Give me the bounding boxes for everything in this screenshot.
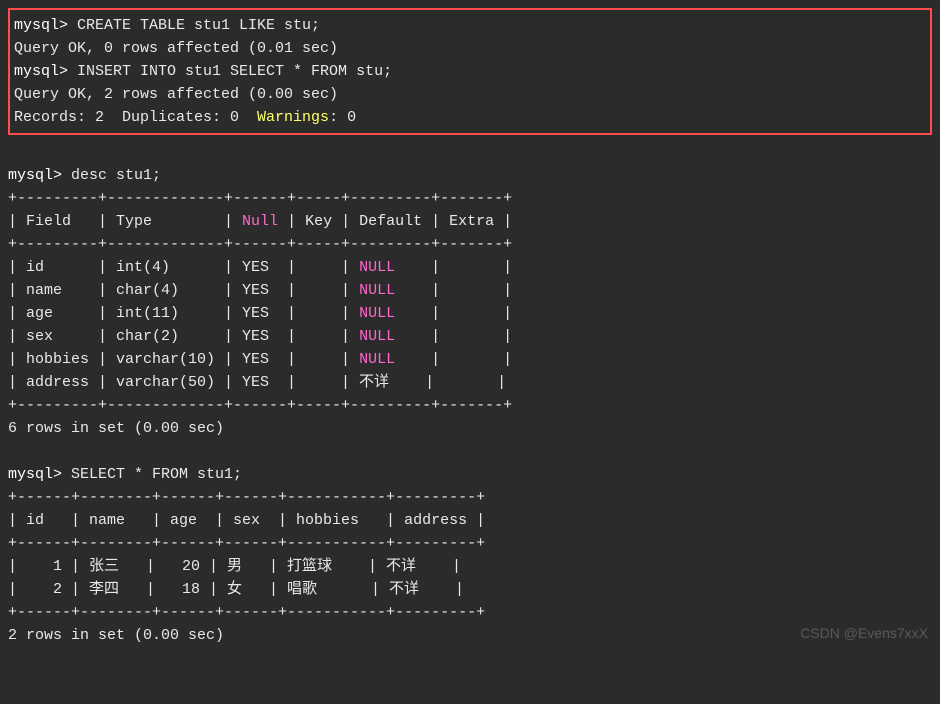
- terminal-line: Query OK, 2 rows affected (0.00 sec): [14, 83, 926, 106]
- null-keyword: NULL: [359, 282, 395, 299]
- table-row: | name | char(4) | YES | | NULL | |: [8, 279, 932, 302]
- cmd: desc stu1;: [62, 167, 161, 184]
- terminal-blank: [8, 440, 932, 463]
- prompt: mysql>: [8, 167, 62, 184]
- warnings-keyword: Warnings: [257, 109, 329, 126]
- table-row: | address | varchar(50) | YES | | 不详 | |: [8, 371, 932, 394]
- terminal-line: Records: 2 Duplicates: 0 Warnings: 0: [14, 106, 926, 129]
- table-border: +------+--------+------+------+---------…: [8, 532, 932, 555]
- prompt: mysql>: [14, 17, 68, 34]
- highlighted-box: mysql> CREATE TABLE stu1 LIKE stu; Query…: [8, 8, 932, 135]
- result-summary: 2 rows in set (0.00 sec): [8, 624, 932, 647]
- result-text: : 0: [329, 109, 356, 126]
- prompt: mysql>: [14, 63, 68, 80]
- terminal-blank: [8, 141, 932, 164]
- table-border: +------+--------+------+------+---------…: [8, 486, 932, 509]
- table-row: | 2 | 李四 | 18 | 女 | 唱歌 | 不详 |: [8, 578, 932, 601]
- terminal-line: mysql> desc stu1;: [8, 164, 932, 187]
- table-border: +---------+-------------+------+-----+--…: [8, 233, 932, 256]
- table-row: | id | int(4) | YES | | NULL | |: [8, 256, 932, 279]
- cmd: CREATE TABLE stu1 LIKE stu;: [68, 17, 320, 34]
- null-keyword: NULL: [359, 328, 395, 345]
- null-keyword: NULL: [359, 259, 395, 276]
- table-border: +---------+-------------+------+-----+--…: [8, 187, 932, 210]
- table-row: | 1 | 张三 | 20 | 男 | 打篮球 | 不详 |: [8, 555, 932, 578]
- table-border: +------+--------+------+------+---------…: [8, 601, 932, 624]
- watermark: CSDN @Evens7xxX: [800, 622, 928, 645]
- terminal-line: Query OK, 0 rows affected (0.01 sec): [14, 37, 926, 60]
- table-row: | hobbies | varchar(10) | YES | | NULL |…: [8, 348, 932, 371]
- terminal-line: mysql> CREATE TABLE stu1 LIKE stu;: [14, 14, 926, 37]
- prompt: mysql>: [8, 466, 62, 483]
- result-text: Records: 2 Duplicates: 0: [14, 109, 257, 126]
- result-summary: 6 rows in set (0.00 sec): [8, 417, 932, 440]
- cmd: INSERT INTO stu1 SELECT * FROM stu;: [68, 63, 392, 80]
- table-row: | sex | char(2) | YES | | NULL | |: [8, 325, 932, 348]
- table-header: | Field | Type | Null | Key | Default | …: [8, 210, 932, 233]
- table-row: | age | int(11) | YES | | NULL | |: [8, 302, 932, 325]
- null-keyword: NULL: [359, 351, 395, 368]
- terminal-line: mysql> INSERT INTO stu1 SELECT * FROM st…: [14, 60, 926, 83]
- null-keyword: Null: [242, 213, 278, 230]
- null-keyword: NULL: [359, 305, 395, 322]
- terminal-line: mysql> SELECT * FROM stu1;: [8, 463, 932, 486]
- table-header: | id | name | age | sex | hobbies | addr…: [8, 509, 932, 532]
- cmd: SELECT * FROM stu1;: [62, 466, 242, 483]
- table-border: +---------+-------------+------+-----+--…: [8, 394, 932, 417]
